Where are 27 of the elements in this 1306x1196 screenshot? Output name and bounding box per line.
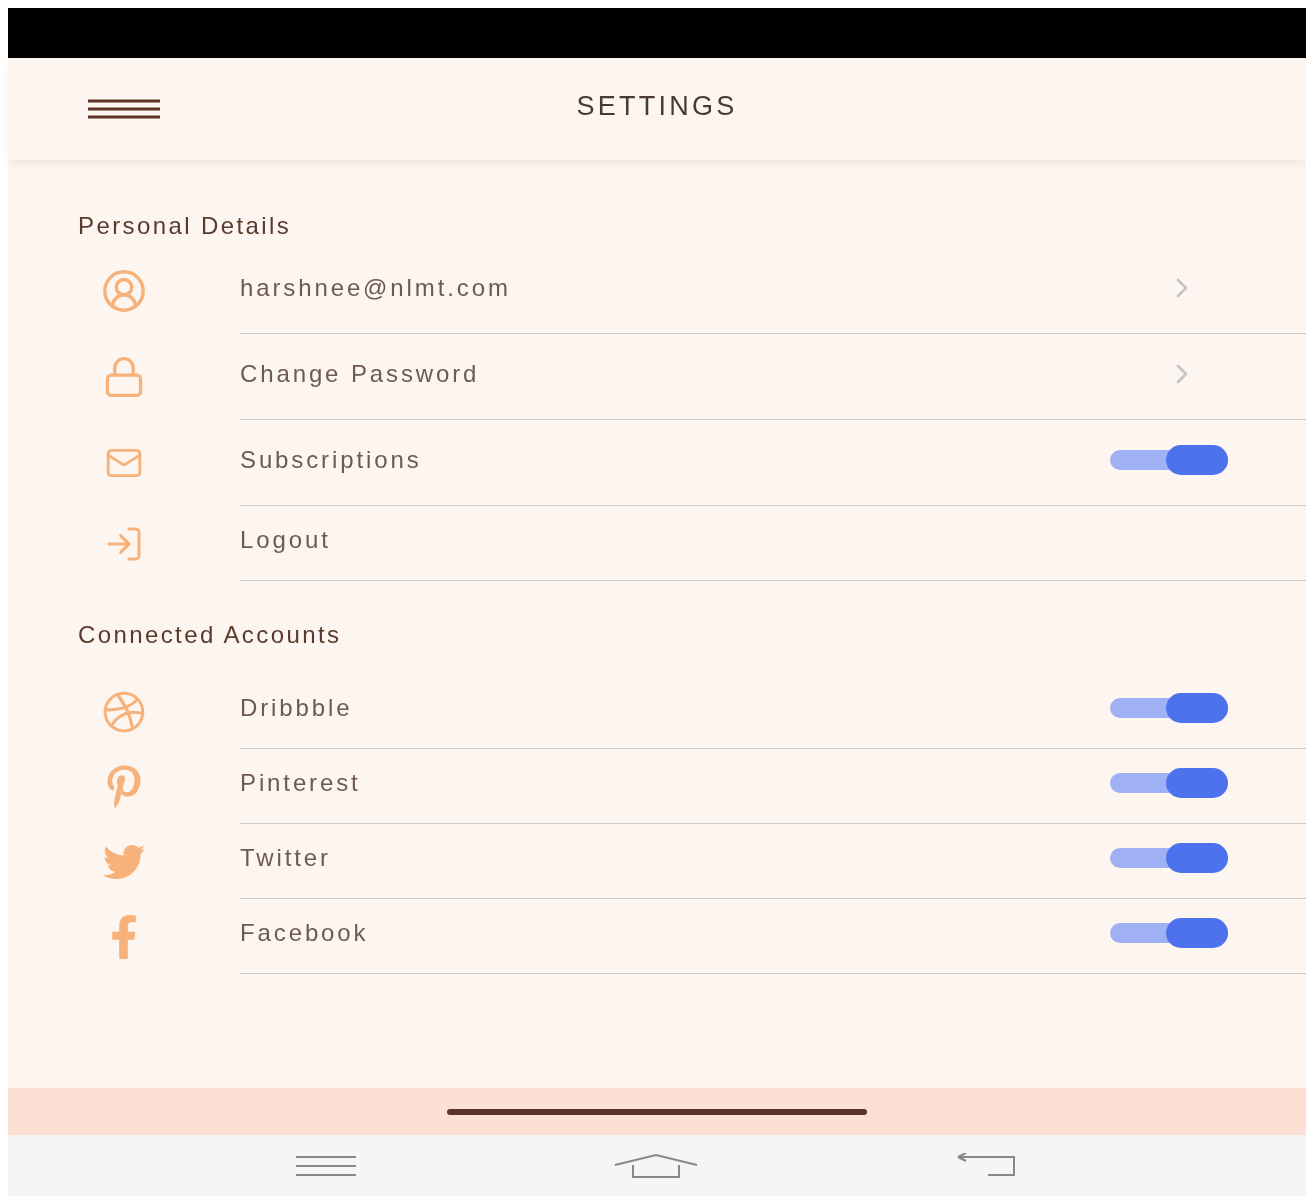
row-label: Logout: [240, 525, 331, 555]
row-label: Facebook: [240, 918, 369, 948]
toggle-switch[interactable]: [1110, 918, 1228, 948]
settings-row[interactable]: Change Password: [8, 334, 1306, 420]
settings-row[interactable]: Dribbble: [8, 674, 1306, 749]
row-label: Dribbble: [240, 693, 353, 723]
section-heading: Personal Details: [78, 211, 292, 241]
row-label: harshnee@nlmt.com: [240, 272, 511, 303]
settings-row[interactable]: Subscriptions: [8, 420, 1306, 506]
settings-row[interactable]: Pinterest: [8, 749, 1306, 824]
menu-icon[interactable]: [88, 99, 160, 119]
page-title: SETTINGS: [576, 89, 738, 123]
settings-row[interactable]: Facebook: [8, 899, 1306, 974]
home-icon[interactable]: [613, 1152, 699, 1179]
toggle-switch[interactable]: [1110, 444, 1228, 475]
toggle-switch[interactable]: [1110, 693, 1228, 723]
settings-row[interactable]: harshnee@nlmt.com: [8, 248, 1306, 334]
row-label: Subscriptions: [240, 444, 422, 475]
row-label: Pinterest: [240, 768, 361, 798]
toggle-switch[interactable]: [1110, 768, 1228, 798]
section-heading: Connected Accounts: [78, 620, 342, 650]
row-label: Change Password: [240, 358, 480, 389]
settings-row[interactable]: Logout: [8, 506, 1306, 581]
row-label: Twitter: [240, 843, 331, 873]
settings-row[interactable]: Twitter: [8, 824, 1306, 899]
back-icon[interactable]: [955, 1152, 1018, 1179]
toggle-switch[interactable]: [1110, 843, 1228, 873]
